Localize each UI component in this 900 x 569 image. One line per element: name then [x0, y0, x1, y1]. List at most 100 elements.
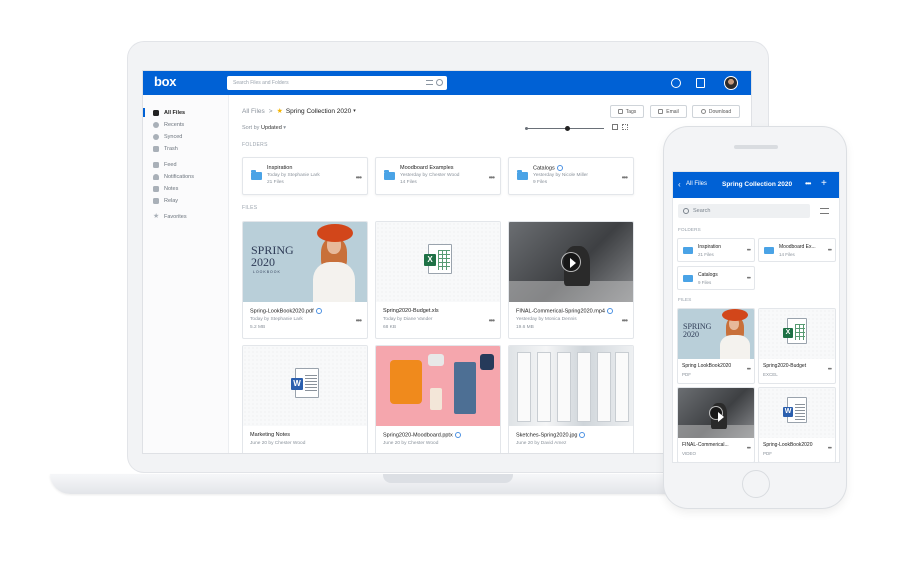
search-placeholder: Search Files and Folders: [233, 80, 289, 86]
more-options-icon[interactable]: •••: [828, 367, 832, 373]
thumb-shape: [577, 352, 591, 422]
moodboard-thumbnail: [376, 346, 500, 426]
mobile-file-card[interactable]: FINAL-Commerical... VIDEO •••: [677, 387, 755, 462]
more-options-icon[interactable]: •••: [489, 317, 495, 325]
sort-icon[interactable]: [820, 208, 829, 214]
folder-count: 21 Files: [698, 252, 714, 257]
folder-card[interactable]: Moodboard Examples Yesterday by Chester …: [375, 157, 501, 195]
file-card[interactable]: X Spring2020-Budget.xls Today by Diane V…: [375, 221, 501, 339]
sidebar-item-all-files[interactable]: All Files: [153, 108, 185, 117]
more-options-icon[interactable]: •••: [747, 446, 751, 452]
file-meta: Today by Diane Vander: [383, 317, 433, 322]
file-card[interactable]: Sketches-Spring2020.jpg June 20 by David…: [508, 345, 634, 453]
tags-button[interactable]: Tags: [610, 105, 644, 118]
more-options-icon[interactable]: •••: [747, 276, 751, 282]
breadcrumb-root[interactable]: All Files: [242, 108, 265, 115]
file-type: PDF: [682, 372, 691, 377]
file-name-text: Sketches-Spring2020.jpg: [516, 432, 578, 439]
back-button[interactable]: All Files: [686, 181, 707, 187]
search-input[interactable]: Search Files and Folders: [227, 76, 447, 90]
file-name-text: Spring-LookBook2020.pdf: [250, 308, 314, 315]
file-card[interactable]: Spring2020-Moodboard.pptx June 20 by Che…: [375, 345, 501, 453]
mobile-search-input[interactable]: Search: [678, 204, 810, 218]
file-type: VIDEO: [682, 451, 697, 456]
sidebar-item-relay[interactable]: Relay: [153, 196, 178, 205]
help-icon[interactable]: [671, 78, 681, 88]
thumb-shape: [597, 352, 611, 422]
list-view-icon[interactable]: [612, 124, 618, 130]
sidebar-item-notes[interactable]: Notes: [153, 184, 178, 193]
more-options-icon[interactable]: •••: [356, 174, 362, 182]
search-icon[interactable]: [436, 79, 443, 86]
more-options-icon[interactable]: •••: [489, 174, 495, 182]
sidebar-item-notifications[interactable]: Notifications: [153, 172, 194, 181]
mobile-folder-card[interactable]: Inspiration 21 Files •••: [677, 238, 755, 262]
mobile-file-card[interactable]: W Spring-LookBook2020 PDF •••: [758, 387, 836, 462]
sidebar-item-favorites[interactable]: ★ Favorites: [153, 212, 187, 221]
mobile-file-card[interactable]: X Spring2020-Budget EXCEL •••: [758, 308, 836, 384]
more-options-icon[interactable]: •••: [828, 248, 832, 254]
play-icon[interactable]: [561, 252, 581, 272]
thumb-shape: [428, 354, 444, 366]
download-button[interactable]: Download: [692, 105, 740, 118]
desktop-app-window: box Search Files and Folders All Files R…: [143, 71, 751, 453]
folder-icon: [153, 109, 159, 116]
box-logo[interactable]: box: [154, 74, 177, 89]
sidebar-item-synced[interactable]: Synced: [153, 132, 182, 141]
collab-badge-icon: [606, 308, 613, 314]
more-options-icon[interactable]: •••: [622, 317, 628, 325]
more-options-icon[interactable]: •••: [828, 446, 832, 452]
folder-card[interactable]: Inspiration Today by Stephanie Lark 21 F…: [242, 157, 368, 195]
sort-control[interactable]: Sort by Updated ▾: [242, 125, 286, 131]
file-card[interactable]: SPRING 2020 LOOKBOOK Spring-LookBook2020.…: [242, 221, 368, 339]
lookbook-thumbnail: SPRING 2020: [678, 309, 754, 359]
thumb-shape: [557, 352, 571, 422]
mobile-folder-card[interactable]: Moodboard Ex... 14 Files •••: [758, 238, 836, 262]
phone-home-button[interactable]: [742, 470, 770, 498]
feed-icon: [153, 161, 159, 168]
collab-badge-icon: [579, 432, 586, 438]
file-card[interactable]: FINAL-Commerical-Spring2020.mp4 Yesterda…: [508, 221, 634, 339]
thumb-shape: [795, 404, 805, 420]
notes-panel-icon[interactable]: [696, 78, 705, 88]
folder-name: Moodboard Ex...: [779, 244, 816, 250]
file-meta: Today by Stephanie Lark: [250, 317, 303, 322]
file-name: Sketches-Spring2020.jpg: [516, 432, 586, 439]
sidebar-item-recents[interactable]: Recents: [153, 120, 184, 129]
play-icon[interactable]: [709, 406, 724, 422]
mobile-folders-heading: FOLDERS: [678, 228, 701, 233]
sidebar-item-trash[interactable]: Trash: [153, 144, 178, 153]
phone-speaker: [734, 145, 778, 149]
breadcrumb: All Files > ★ Spring Collection 2020 ▾: [242, 107, 356, 116]
mobile-app-window: ‹ All Files Spring Collection 2020 ••• +…: [673, 172, 839, 462]
star-icon[interactable]: ★: [277, 107, 283, 115]
more-options-icon[interactable]: •••: [805, 179, 811, 188]
mobile-folder-card[interactable]: Catalogs 9 Files •••: [677, 266, 755, 290]
more-options-icon[interactable]: •••: [747, 367, 751, 373]
avatar[interactable]: [724, 76, 738, 90]
file-name: Spring2020-Moodboard.pptx: [383, 432, 461, 438]
tag-icon: [617, 109, 623, 114]
word-thumbnail: W: [759, 388, 835, 438]
more-options-icon[interactable]: •••: [747, 248, 751, 254]
more-options-icon[interactable]: •••: [622, 174, 628, 182]
chevron-down-icon[interactable]: ▾: [353, 108, 356, 114]
folder-icon: [384, 170, 395, 180]
more-options-icon[interactable]: •••: [356, 317, 362, 325]
file-card[interactable]: W Marketing Notes June 20 by Chester Woo…: [242, 345, 368, 453]
sidebar-item-feed[interactable]: Feed: [153, 160, 177, 169]
email-button[interactable]: Email: [650, 105, 687, 118]
breadcrumb-current[interactable]: Spring Collection 2020: [286, 108, 351, 115]
back-chevron-icon[interactable]: ‹: [678, 180, 681, 189]
mobile-file-card[interactable]: SPRING 2020 Spring LookBook2020 PDF •••: [677, 308, 755, 384]
folder-card[interactable]: Catalogs Yesterday by Nicole Miller 9 Fi…: [508, 157, 634, 195]
sidebar-item-label: Notifications: [164, 173, 194, 180]
add-icon[interactable]: +: [821, 178, 827, 189]
thumb-shape: [480, 354, 494, 370]
excel-thumbnail: X: [759, 309, 835, 359]
zoom-slider-thumb[interactable]: [565, 126, 570, 131]
grid-view-icon[interactable]: [622, 124, 628, 130]
folder-icon: [683, 275, 693, 282]
thumb-shape: [537, 352, 551, 422]
filter-icon[interactable]: [426, 80, 433, 85]
